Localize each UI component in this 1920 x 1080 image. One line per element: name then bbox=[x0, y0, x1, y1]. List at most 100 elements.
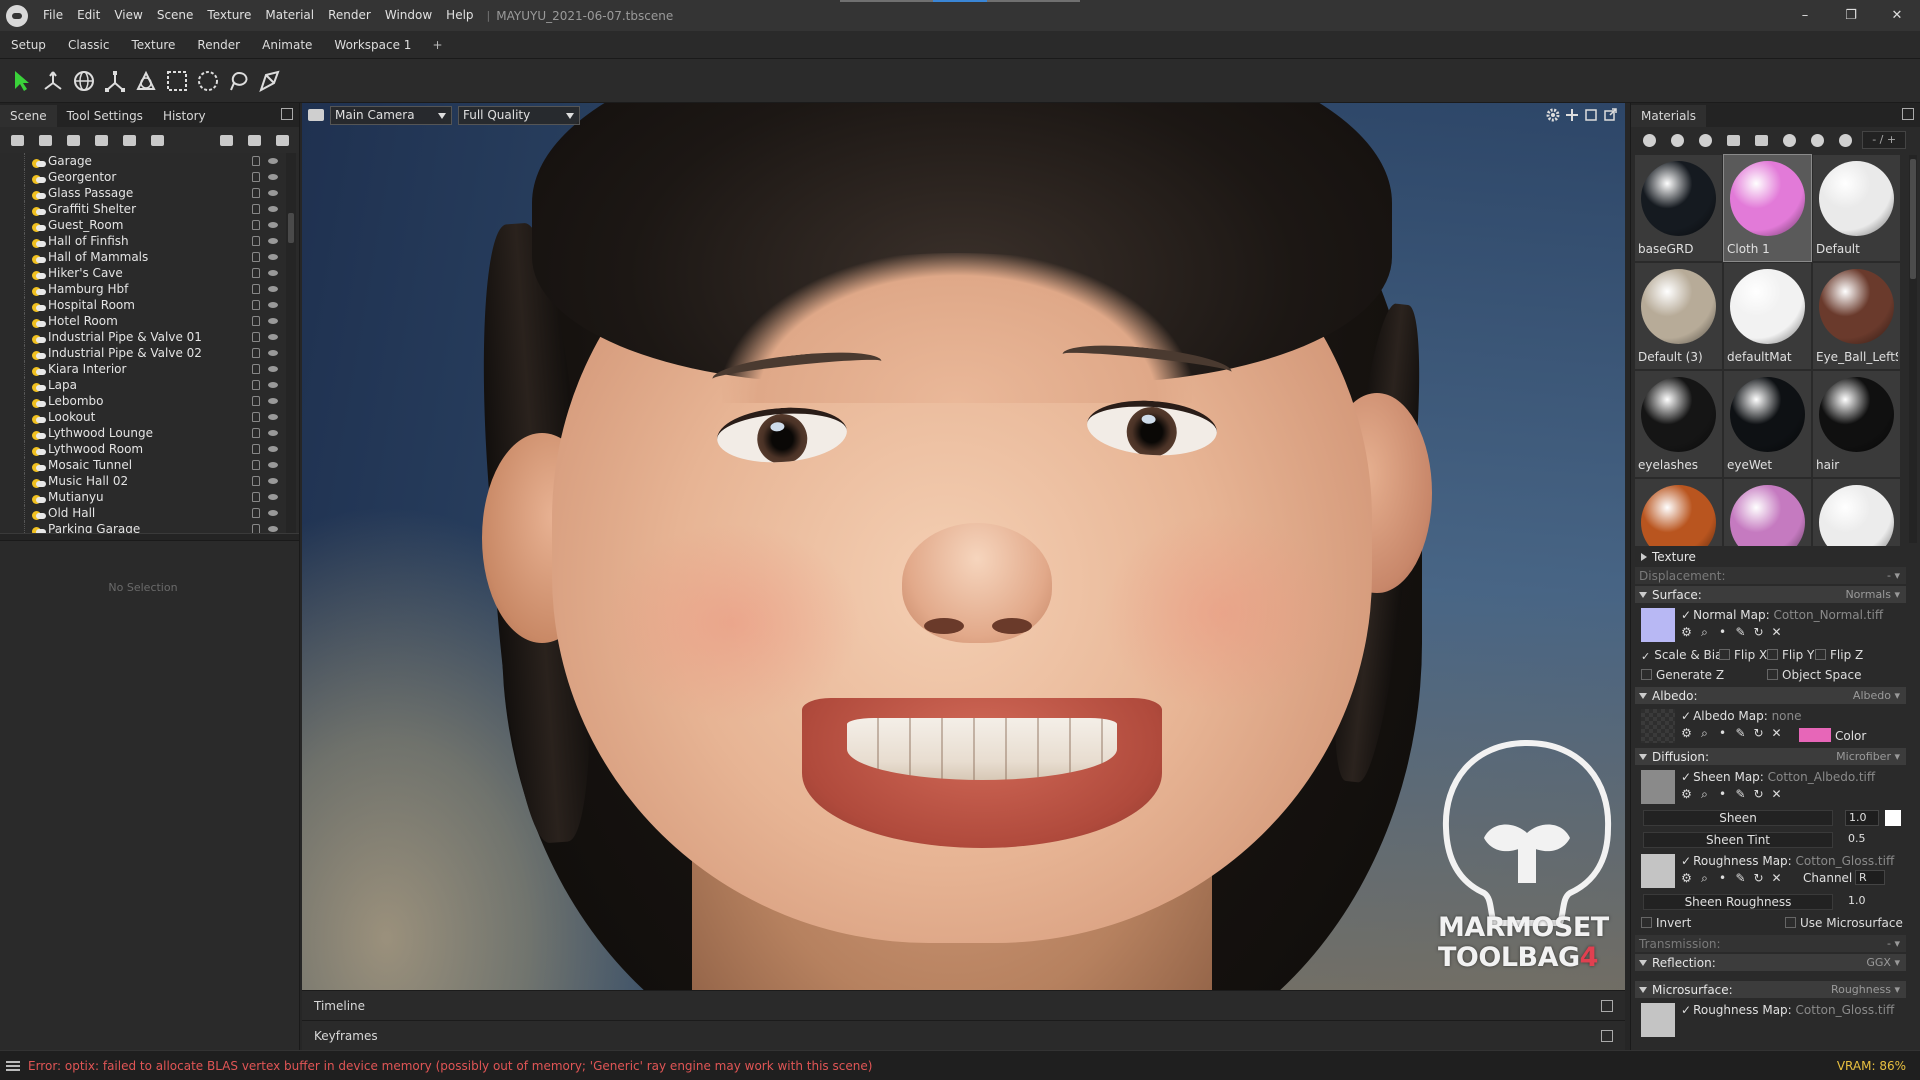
scene-tree-item[interactable]: Lookout bbox=[0, 409, 299, 425]
eye-icon[interactable] bbox=[268, 366, 278, 372]
sheen-input[interactable]: 1.0 bbox=[1845, 810, 1879, 826]
scene-tree-item[interactable]: Old Hall bbox=[0, 505, 299, 521]
tab-tool-settings[interactable]: Tool Settings bbox=[57, 105, 153, 127]
viewport[interactable]: MARMOSET TOOLBAG4 bbox=[302, 103, 1625, 990]
microsurface-select[interactable]: Roughness bbox=[1831, 983, 1900, 996]
scale-bias-checkbox[interactable]: Scale & Bias bbox=[1641, 648, 1728, 663]
lock-icon[interactable] bbox=[252, 364, 260, 374]
delete-material-button[interactable] bbox=[1751, 131, 1773, 149]
panel-splitter[interactable] bbox=[0, 533, 299, 541]
add-fog-button[interactable] bbox=[118, 131, 140, 149]
scene-tree-item[interactable]: Hospital Room bbox=[0, 297, 299, 313]
lock-icon[interactable] bbox=[252, 268, 260, 278]
search-icon[interactable]: ⌕ bbox=[1697, 726, 1712, 741]
menu-texture[interactable]: Texture bbox=[200, 0, 258, 31]
reload-icon[interactable]: ↻ bbox=[1751, 625, 1766, 640]
duplicate-button[interactable] bbox=[243, 131, 265, 149]
displacement-section[interactable]: Displacement: - bbox=[1635, 567, 1906, 584]
dot-icon[interactable]: • bbox=[1715, 787, 1730, 802]
sheen-color-swatch[interactable] bbox=[1885, 810, 1901, 826]
surface-section[interactable]: Surface: Normals bbox=[1635, 586, 1906, 603]
transmission-select[interactable]: - bbox=[1887, 937, 1900, 950]
albedo-color-swatch[interactable] bbox=[1799, 728, 1831, 742]
lock-icon[interactable] bbox=[252, 396, 260, 406]
dot-icon[interactable]: • bbox=[1715, 726, 1730, 741]
scene-tree-item[interactable]: Mutianyu bbox=[0, 489, 299, 505]
keyframes-bar[interactable]: Keyframes bbox=[302, 1020, 1625, 1050]
lock-icon[interactable] bbox=[252, 428, 260, 438]
settings-icon[interactable]: ⚙ bbox=[1679, 787, 1694, 802]
generate-z-checkbox[interactable]: Generate Z bbox=[1641, 668, 1724, 682]
popout-icon[interactable] bbox=[1601, 1030, 1613, 1042]
select-tool-button[interactable] bbox=[6, 66, 37, 96]
search-icon[interactable]: ⌕ bbox=[1697, 625, 1712, 640]
scene-tree-scrollbar[interactable] bbox=[286, 153, 296, 533]
eye-icon[interactable] bbox=[268, 174, 278, 180]
circle-select-button[interactable] bbox=[192, 66, 223, 96]
tab-history[interactable]: History bbox=[153, 105, 216, 127]
displacement-select[interactable]: - bbox=[1887, 569, 1900, 582]
material-thumbnail[interactable] bbox=[1724, 479, 1811, 546]
eye-icon[interactable] bbox=[268, 334, 278, 340]
lock-icon[interactable] bbox=[252, 332, 260, 342]
assign-material-button[interactable] bbox=[1779, 131, 1801, 149]
lock-icon[interactable] bbox=[252, 156, 260, 166]
albedo-map-swatch[interactable] bbox=[1641, 709, 1675, 743]
eye-icon[interactable] bbox=[268, 494, 278, 500]
scene-tree-item[interactable]: Mosaic Tunnel bbox=[0, 457, 299, 473]
search-icon[interactable]: ⌕ bbox=[1697, 871, 1712, 886]
pencil-icon[interactable]: ✎ bbox=[1733, 787, 1748, 802]
settings-icon[interactable]: ⚙ bbox=[1679, 726, 1694, 741]
pencil-icon[interactable]: ✎ bbox=[1733, 871, 1748, 886]
transmission-section[interactable]: Transmission: - bbox=[1635, 935, 1906, 952]
material-thumbnail[interactable]: Default (3) bbox=[1635, 263, 1722, 369]
quality-select[interactable]: Full Quality bbox=[458, 105, 580, 125]
viewport-move-button[interactable] bbox=[1562, 106, 1581, 125]
eye-icon[interactable] bbox=[268, 318, 278, 324]
material-thumbnail[interactable] bbox=[1813, 479, 1900, 546]
tab-animate[interactable]: Animate bbox=[251, 31, 323, 59]
lock-icon[interactable] bbox=[252, 188, 260, 198]
settings-icon[interactable]: ⚙ bbox=[1679, 625, 1694, 640]
add-sky-button[interactable] bbox=[90, 131, 112, 149]
eye-icon[interactable] bbox=[268, 222, 278, 228]
close-icon[interactable]: ✕ bbox=[1769, 871, 1784, 886]
menu-material[interactable]: Material bbox=[258, 0, 321, 31]
scene-tree-item[interactable]: Hall of Mammals bbox=[0, 249, 299, 265]
popout-icon[interactable] bbox=[1601, 1000, 1613, 1012]
flip-z-checkbox[interactable]: Flip Z bbox=[1815, 648, 1863, 662]
scene-tree-item[interactable]: Lebombo bbox=[0, 393, 299, 409]
viewport-maximize-button[interactable] bbox=[1581, 106, 1600, 125]
albedo-map-file[interactable]: none bbox=[1772, 709, 1802, 723]
eye-icon[interactable] bbox=[268, 158, 278, 164]
tab-materials[interactable]: Materials bbox=[1631, 105, 1707, 127]
tab-workspace-1[interactable]: Workspace 1 bbox=[323, 31, 422, 59]
dot-icon[interactable]: • bbox=[1715, 625, 1730, 640]
lock-icon[interactable] bbox=[252, 476, 260, 486]
camera-select[interactable]: Main Camera bbox=[330, 105, 452, 125]
scene-tree-item[interactable]: Hall of Finfish bbox=[0, 233, 299, 249]
paint-select-button[interactable] bbox=[254, 66, 285, 96]
menu-edit[interactable]: Edit bbox=[70, 0, 107, 31]
menu-file[interactable]: File bbox=[36, 0, 70, 31]
sheen-map-swatch[interactable] bbox=[1641, 770, 1675, 804]
tab-setup[interactable]: Setup bbox=[0, 31, 57, 59]
add-camera-button[interactable] bbox=[62, 131, 84, 149]
viewport-popout-button[interactable] bbox=[1600, 106, 1619, 125]
channel-select[interactable]: R bbox=[1855, 870, 1885, 885]
scene-tree-item[interactable]: Lapa bbox=[0, 377, 299, 393]
eye-icon[interactable] bbox=[268, 510, 278, 516]
scene-tree-item[interactable]: Hiker's Cave bbox=[0, 265, 299, 281]
scene-tree-item[interactable]: Georgentor bbox=[0, 169, 299, 185]
use-microsurface-checkbox[interactable]: Use Microsurface bbox=[1785, 916, 1903, 930]
lock-icon[interactable] bbox=[252, 252, 260, 262]
roughness-map-swatch[interactable] bbox=[1641, 854, 1675, 888]
microsurface-section[interactable]: Microsurface: Roughness bbox=[1635, 981, 1906, 998]
flip-x-checkbox[interactable]: Flip X bbox=[1719, 648, 1767, 662]
eye-icon[interactable] bbox=[268, 206, 278, 212]
add-light-button[interactable] bbox=[34, 131, 56, 149]
move-tool-button[interactable] bbox=[37, 66, 68, 96]
material-thumbnail[interactable]: Default bbox=[1813, 155, 1900, 261]
lock-icon[interactable] bbox=[252, 220, 260, 230]
invert-checkbox[interactable]: Invert bbox=[1641, 916, 1691, 930]
